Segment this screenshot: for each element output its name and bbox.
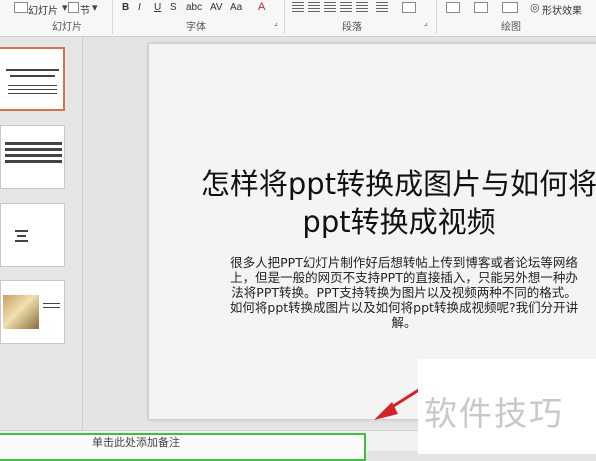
slide-thumbnail-pane[interactable] bbox=[0, 37, 83, 430]
thumb-text bbox=[5, 154, 62, 157]
underline-button[interactable]: U bbox=[154, 2, 161, 13]
ribbon-divider bbox=[112, 0, 113, 34]
dropdown-arrow-icon[interactable]: ▾ bbox=[92, 1, 98, 14]
align-right-icon[interactable] bbox=[324, 2, 336, 12]
slide-thumbnail-3[interactable] bbox=[0, 203, 65, 267]
slide-thumbnail-2[interactable] bbox=[0, 125, 65, 189]
text-align-icon[interactable] bbox=[402, 2, 416, 13]
ribbon: 幻灯片 ▾ 节 ▾ 幻灯片 B I U S abc AV Aa A 字体 ⌟ 段… bbox=[0, 0, 596, 37]
thumb-text bbox=[8, 89, 57, 90]
thumb-text bbox=[5, 160, 62, 163]
thumb-text bbox=[17, 235, 26, 237]
shapes-icon[interactable] bbox=[446, 2, 460, 13]
arrange-icon[interactable] bbox=[474, 2, 488, 13]
italic-button[interactable]: I bbox=[138, 2, 141, 13]
section-button[interactable]: 节 bbox=[80, 2, 90, 17]
font-color-icon[interactable]: A bbox=[258, 1, 265, 13]
watermark: 软件技巧 bbox=[418, 359, 596, 454]
quick-styles-icon[interactable] bbox=[502, 2, 518, 13]
ribbon-divider bbox=[436, 0, 437, 34]
dropdown-arrow-icon[interactable]: ▾ bbox=[62, 1, 68, 14]
align-left-icon[interactable] bbox=[292, 2, 304, 12]
notes-highlight-box bbox=[0, 433, 366, 461]
strikethrough-button[interactable]: S bbox=[170, 2, 177, 13]
slide-body-text[interactable]: 很多人把PPT幻灯片制作好后想转帖上传到博客或者论坛等网络上，但是一般的网页不支… bbox=[229, 255, 579, 330]
section-icon[interactable] bbox=[68, 2, 79, 13]
thumb-text bbox=[5, 148, 62, 151]
bold-button[interactable]: B bbox=[122, 2, 129, 13]
thumb-text bbox=[43, 303, 60, 304]
shadow-button[interactable]: abc bbox=[186, 2, 202, 13]
thumb-image bbox=[3, 295, 39, 329]
ribbon-divider bbox=[284, 0, 285, 34]
thumb-text bbox=[15, 240, 28, 242]
justify-icon[interactable] bbox=[340, 2, 352, 12]
slide-thumbnail-1[interactable] bbox=[0, 47, 65, 111]
dialog-launcher-icon[interactable]: ⌟ bbox=[424, 18, 428, 27]
shape-effects-button[interactable]: 形状效果 bbox=[542, 2, 582, 17]
dialog-launcher-icon[interactable]: ⌟ bbox=[274, 18, 278, 27]
paragraph-group-label: 段落 bbox=[342, 22, 362, 33]
watermark-text: 软件技巧 bbox=[424, 394, 564, 433]
slide-title[interactable]: 怎样将ppt转换成图片与如何将ppt转换成视频 bbox=[179, 165, 596, 241]
shape-effects-icon[interactable]: ◎ bbox=[530, 1, 540, 14]
drawing-group-label: 绘图 bbox=[501, 22, 521, 33]
thumb-text bbox=[43, 307, 60, 308]
thumb-text bbox=[8, 85, 57, 86]
layout-icon[interactable] bbox=[14, 2, 28, 13]
thumb-text bbox=[6, 69, 59, 71]
char-spacing-button[interactable]: AV bbox=[210, 2, 223, 13]
align-center-icon[interactable] bbox=[308, 2, 320, 12]
thumb-text bbox=[8, 93, 57, 94]
distributed-icon[interactable] bbox=[356, 2, 368, 12]
slide-layout-button[interactable]: 幻灯片 bbox=[28, 2, 58, 17]
thumb-text bbox=[10, 75, 55, 77]
font-group-label: 字体 bbox=[186, 22, 206, 33]
notes-placeholder[interactable]: 单击此处添加备注 bbox=[92, 434, 180, 450]
slides-group-label: 幻灯片 bbox=[52, 22, 82, 33]
thumb-text bbox=[5, 142, 62, 145]
columns-icon[interactable] bbox=[376, 2, 388, 12]
change-case-button[interactable]: Aa bbox=[230, 2, 242, 13]
slide-thumbnail-4[interactable] bbox=[0, 280, 65, 344]
thumb-text bbox=[15, 230, 28, 232]
